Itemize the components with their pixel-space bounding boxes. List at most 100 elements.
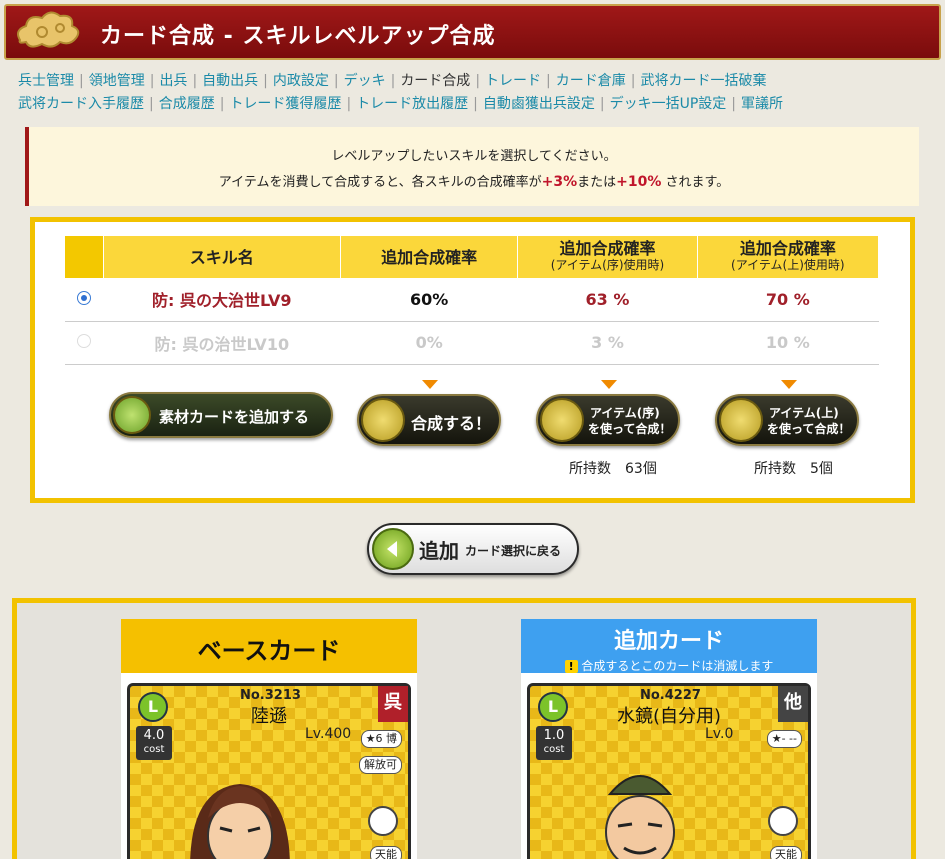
nav-war-council[interactable]: 軍議所 [741, 96, 783, 112]
nav-card-storage[interactable]: カード倉庫 [556, 73, 626, 89]
nav-sortie[interactable]: 出兵 [159, 73, 187, 89]
main-nav: 兵士管理 | 領地管理 | 出兵 | 自動出兵 | 内政設定 | デッキ | カード合成 | トレード | カー… [18, 70, 918, 116]
nav-separator: | [546, 73, 551, 89]
table-header-row: スキル名 追加合成確率 追加合成確率 (アイテム(序)使用時) 追加合成確率 (… [65, 236, 880, 278]
compose-with-item-top-button[interactable]: アイテム(上) を使って合成！ [715, 394, 859, 446]
skill-rate: 0% [340, 321, 518, 365]
instruction-notice: レベルアップしたいスキルを選択してください。 アイテムを消費して合成すると、各ス… [25, 127, 919, 206]
header-label: 追加合成確率 [739, 239, 836, 258]
button-label-line2: を使って合成！ [588, 422, 672, 436]
add-card-title: 追加カード [613, 629, 724, 654]
header-rate-item-top: 追加合成確率 (アイテム(上)使用時) [697, 236, 880, 278]
nav-separator: | [346, 96, 352, 112]
skill-radio-cell [65, 278, 104, 322]
cost-label: cost [143, 744, 165, 755]
arrow-down-icon [601, 380, 617, 389]
card-level: Lv.0 [705, 726, 734, 742]
header-select [65, 236, 104, 278]
button-label: 素材カードを追加する [159, 408, 310, 426]
nav-deck-bulk-up-settings[interactable]: デッキ一括UP設定 [610, 96, 727, 112]
nav-synthesis-history[interactable]: 合成履歴 [159, 96, 215, 112]
cost-badge: 1.0 cost [536, 726, 572, 760]
nav-domestic-settings[interactable]: 内政設定 [273, 73, 329, 89]
nav-deck[interactable]: デッキ [344, 73, 386, 89]
nav-auto-sortie[interactable]: 自動出兵 [202, 73, 258, 89]
skill-rate-mid: 3 % [517, 321, 698, 365]
warning-icon: ! [564, 660, 578, 673]
item-card-icon [540, 398, 584, 442]
skill-name: 防: 呉の大治世LV9 [103, 278, 341, 322]
page-title: カード合成 - スキルレベルアップ合成 [100, 24, 496, 49]
nav-territory-management[interactable]: 領地管理 [89, 73, 145, 89]
back-button-sublabel: カード選択に戻る [465, 544, 562, 558]
cost-value: 1.0 [543, 728, 565, 743]
skill-rate-top: 10 % [697, 321, 879, 365]
sword-icon [768, 806, 798, 836]
plus10-value: +10% [616, 174, 662, 190]
add-card-heading: 追加カード ! 合成するとこのカードは消滅します [521, 619, 817, 673]
header-label: 追加合成確率 [559, 239, 656, 258]
nav-trade[interactable]: トレード [485, 73, 541, 89]
nav-auto-capture-settings[interactable]: 自動鹵獲出兵設定 [483, 96, 595, 112]
back-button-label: 追加 [419, 539, 459, 563]
nav-separator: | [149, 73, 155, 89]
header-rate: 追加合成確率 [340, 236, 519, 278]
skill-rate-mid: 63 % [517, 278, 698, 322]
card-frame: L 1.0 cost No.4227 水鏡(自分用) Lv.0 他 ★- -- … [527, 683, 811, 859]
faction-badge: 呉 [378, 686, 408, 722]
sage-portrait-icon [605, 775, 675, 859]
nav-separator: | [79, 73, 84, 89]
button-label-line1: アイテム(序) [590, 406, 660, 420]
nav-card-acquisition-history[interactable]: 武将カード入手履歴 [18, 96, 144, 112]
compose-button[interactable]: 合成する！ [357, 394, 501, 446]
nav-separator: | [731, 96, 737, 112]
nav-card-synthesis: カード合成 [400, 73, 471, 89]
nav-separator: | [390, 73, 396, 89]
ability-badge: 天能 [370, 846, 402, 859]
card-preview-area: ベースカード 追加カード ! 合成するとこのカードは消滅します L 4.0 co… [12, 598, 916, 859]
page-header: カード合成 - スキルレベルアップ合成 [4, 4, 941, 60]
cost-value: 4.0 [143, 728, 165, 743]
arrow-down-icon [422, 380, 438, 389]
star-badge: ★- -- [766, 730, 802, 748]
nav-separator: | [149, 96, 154, 112]
nav-separator: | [630, 73, 636, 89]
compose-with-item-mid-button[interactable]: アイテム(序) を使って合成！ [536, 394, 680, 446]
add-card-icon [113, 396, 151, 434]
notice-line-1: レベルアップしたいスキルを選択してください。 [331, 149, 617, 164]
nav-trade-released-history[interactable]: トレード放出履歴 [356, 96, 468, 112]
plus3-value: +3% [541, 174, 578, 190]
cost-label: cost [543, 744, 565, 755]
skill-table: スキル名 追加合成確率 追加合成確率 (アイテム(序)使用時) 追加合成確率 (… [65, 236, 880, 365]
added-card[interactable]: L 1.0 cost No.4227 水鏡(自分用) Lv.0 他 ★- -- … [521, 673, 817, 859]
header-sublabel: (アイテム(上)使用時) [731, 258, 845, 272]
notice-line-2: アイテムを消費して合成すると、各スキルの合成確率が+3%または+10% されます… [29, 171, 919, 190]
nav-trade-acquired-history[interactable]: トレード獲得履歴 [229, 96, 341, 112]
card-name: 水鏡(自分用) [616, 706, 722, 727]
header-skill-name: スキル名 [103, 236, 342, 278]
nav-bulk-discard[interactable]: 武将カード一括破棄 [640, 73, 766, 89]
skill-radio-disabled [77, 334, 92, 348]
ability-badge: 天能 [770, 846, 802, 859]
button-label: 合成する！ [411, 414, 492, 433]
card-name: 陸遜 [251, 706, 287, 727]
faction-badge: 他 [778, 686, 808, 722]
base-card[interactable]: L 4.0 cost No.3213 陸遜 Lv.400 呉 ★6 博 解放可 … [121, 673, 417, 859]
nav-soldier-management[interactable]: 兵士管理 [18, 73, 74, 89]
skill-radio-selected[interactable] [77, 290, 92, 305]
back-to-card-select-button[interactable]: 追加 カード選択に戻る [367, 523, 579, 575]
nav-separator: | [333, 73, 339, 89]
add-material-card-button[interactable]: 素材カードを追加する [109, 392, 333, 438]
add-card-warning: ! 合成するとこのカードは消滅します [521, 657, 817, 674]
card-number: No.4227 [640, 688, 701, 703]
table-row[interactable]: 防: 呉の大治世LV9 60% 63 % 70 % [65, 278, 879, 322]
release-badge: 解放可 [359, 756, 402, 774]
card-level: Lv.400 [305, 726, 352, 742]
item-card-icon [719, 398, 763, 442]
cloud-logo-icon [17, 11, 80, 48]
header-sublabel: (アイテム(序)使用時) [550, 258, 665, 272]
cost-badge: 4.0 cost [136, 726, 172, 760]
nav-separator: | [599, 96, 605, 112]
table-row: 防: 呉の治世LV10 0% 3 % 10 % [65, 321, 879, 365]
button-label-line1: アイテム(上) [769, 406, 839, 420]
